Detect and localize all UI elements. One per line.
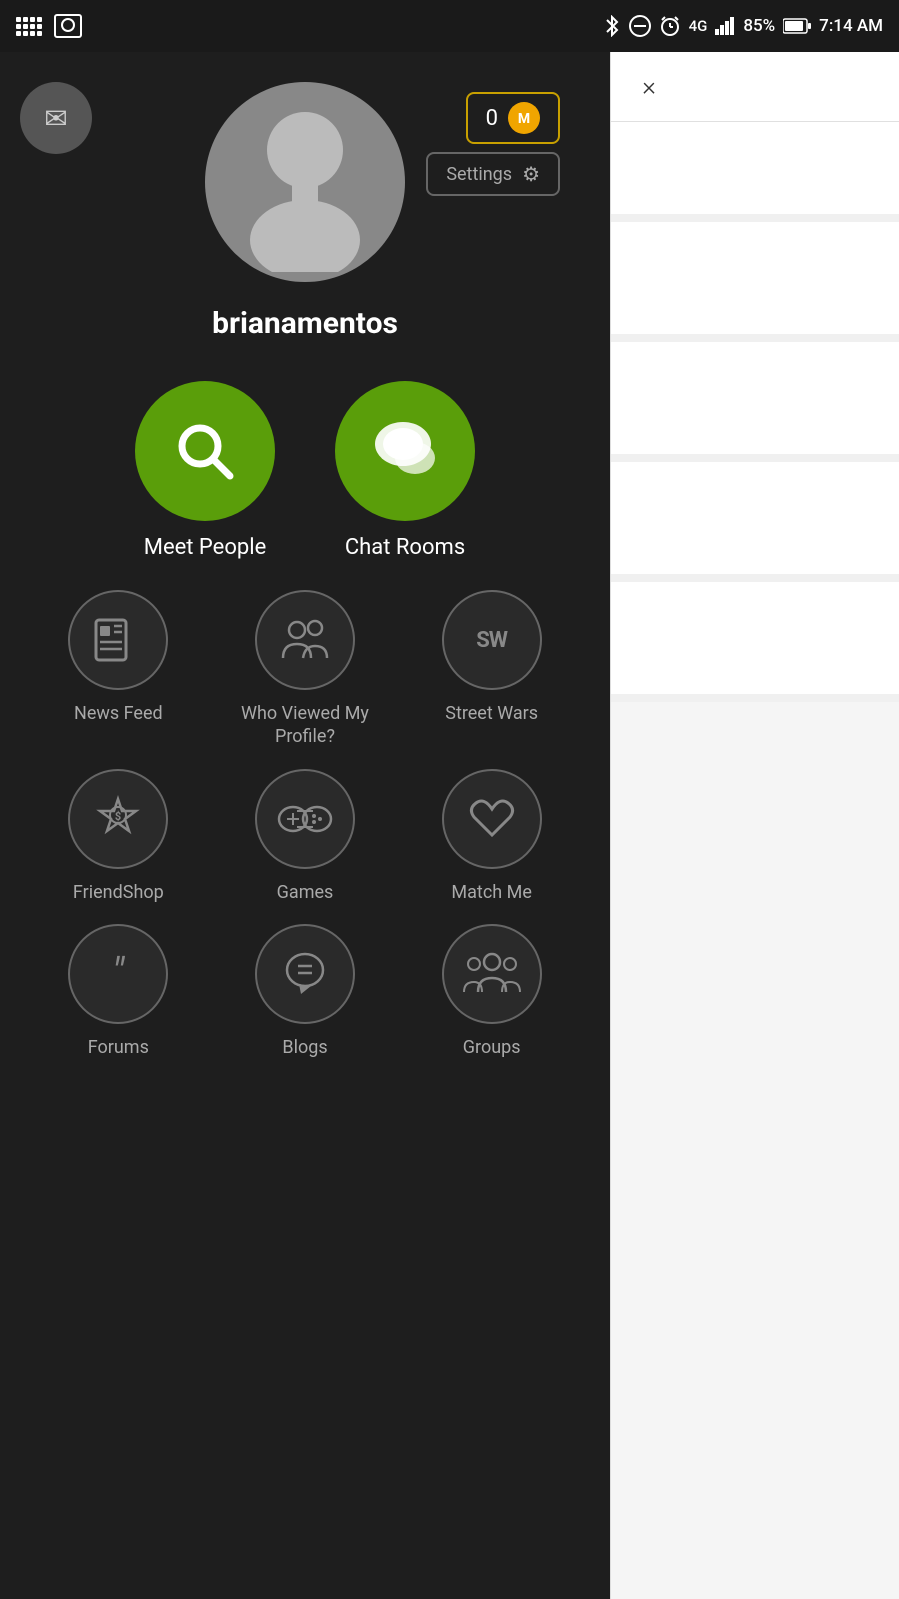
meet-people-label: Meet People [144,535,267,560]
slide-panel: × [610,52,899,1599]
who-viewed-circle [255,590,355,690]
forums-label: Forums [88,1036,149,1059]
forums-icon: " [92,950,144,998]
games-circle [255,769,355,869]
settings-label: Settings [446,164,512,185]
news-feed-circle [68,590,168,690]
chat-icon [365,416,445,486]
bluetooth-icon [603,15,621,37]
battery-icon [783,18,811,34]
news-feed-label: News Feed [74,702,163,725]
time-display: 7:14 AM [819,16,883,36]
message-icon: ✉ [44,102,67,135]
match-me-label: Match Me [451,881,531,904]
friendshop-item[interactable]: $ FriendShop [30,769,207,904]
avatar-silhouette [205,82,405,282]
large-buttons-row: Meet People Chat Rooms [30,381,580,560]
blogs-circle [255,924,355,1024]
currency-badge[interactable]: 0 M [466,92,560,144]
meet-people-item[interactable]: Meet People [135,381,275,560]
games-item[interactable]: Games [217,769,394,904]
match-me-icon [466,795,518,843]
friendshop-icon: $ [92,793,144,845]
small-buttons-grid-3: " Forums Blogs [30,924,580,1059]
network-label: 4G [689,17,708,35]
street-wars-circle: SW [442,590,542,690]
status-bar-left [16,14,82,38]
match-me-item[interactable]: Match Me [403,769,580,904]
menu-grid: Meet People Chat Rooms [0,361,610,1100]
alarm-icon [659,15,681,37]
apps-icon [16,17,42,36]
who-viewed-icon [275,614,335,666]
app-panel: ✉ 0 [0,52,610,1599]
slide-panel-item-5 [611,582,899,702]
close-button[interactable]: × [631,69,667,105]
currency-amount: 0 [486,106,498,131]
blogs-label: Blogs [282,1036,327,1059]
friendshop-circle: $ [68,769,168,869]
slide-panel-item-3 [611,342,899,462]
chat-rooms-item[interactable]: Chat Rooms [335,381,475,560]
slide-panel-items [611,122,899,702]
svg-text:M: M [518,111,530,127]
games-label: Games [277,881,334,904]
profile-section: ✉ 0 [0,52,610,361]
settings-button[interactable]: Settings ⚙ [426,152,560,196]
street-wars-label: Street Wars [445,702,538,725]
slide-panel-item-2 [611,222,899,342]
slide-panel-item-1 [611,122,899,222]
gear-icon: ⚙ [522,162,540,186]
main-container: ✉ 0 [0,52,899,1599]
slide-panel-header: × [611,52,899,122]
groups-label: Groups [463,1036,521,1059]
who-viewed-item[interactable]: Who Viewed My Profile? [217,590,394,749]
street-wars-item[interactable]: SW Street Wars [403,590,580,749]
avatar[interactable] [205,82,405,282]
dnd-icon [629,15,651,37]
news-feed-icon [92,618,144,662]
chat-rooms-circle [335,381,475,521]
blogs-icon [279,948,331,1000]
svg-text:$: $ [115,810,121,823]
blogs-item[interactable]: Blogs [217,924,394,1059]
match-me-circle [442,769,542,869]
status-bar-right: 4G 85% 7:14 AM [603,15,883,37]
chat-rooms-label: Chat Rooms [345,535,465,560]
signal-icon [715,17,735,35]
friendshop-label: FriendShop [73,881,164,904]
forums-circle: " [68,924,168,1024]
who-viewed-label: Who Viewed My Profile? [217,702,394,749]
battery-percent: 85% [743,16,775,36]
street-wars-label-inner: SW [476,628,507,653]
message-button[interactable]: ✉ [20,82,92,154]
forums-item[interactable]: " Forums [30,924,207,1059]
small-buttons-grid-2: $ FriendShop [30,769,580,904]
slide-panel-item-4 [611,462,899,582]
status-bar: 4G 85% 7:14 AM [0,0,899,52]
search-icon [170,416,240,486]
photo-icon [54,14,82,38]
games-icon [277,797,333,841]
currency-coin: M [508,102,540,134]
groups-icon [462,948,522,1000]
svg-text:": " [112,950,126,996]
username: brianamentos [212,306,398,341]
small-buttons-grid-1: News Feed Who Viewed My [30,590,580,749]
groups-circle [442,924,542,1024]
news-feed-item[interactable]: News Feed [30,590,207,749]
meet-people-circle [135,381,275,521]
groups-item[interactable]: Groups [403,924,580,1059]
